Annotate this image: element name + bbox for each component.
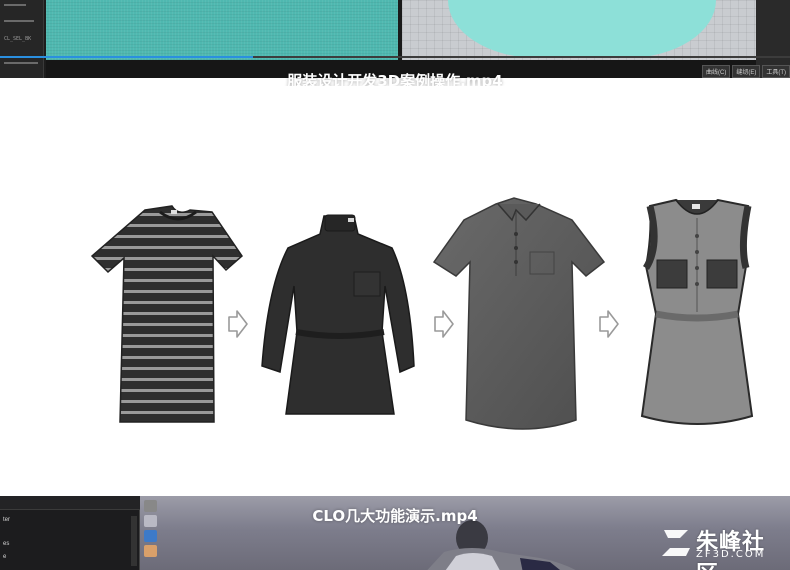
zf3d-logo-icon (662, 530, 690, 556)
arrow-right-icon (228, 310, 248, 338)
panel-row[interactable]: e (3, 554, 6, 560)
fabric-swatch-view (46, 0, 398, 60)
watermark-name: 朱峰社区 (696, 530, 766, 570)
polo-shirt-dress (432, 197, 606, 430)
panel-line (4, 20, 34, 22)
panel-line (4, 62, 38, 64)
clo-left-panel: CL_SEL_BK (0, 0, 44, 78)
panel-line (4, 4, 26, 6)
bottom-video-title[interactable]: CLO几大功能演示.mp4 (0, 505, 790, 526)
sweatshirt-dress (261, 214, 415, 415)
top-video-thumbnail[interactable]: CL_SEL_BK 曲线(C) 缝纫(E) 工具(T) (0, 0, 790, 78)
garment-evolution-image (0, 86, 790, 496)
mountain-tool-icon[interactable] (144, 530, 157, 542)
sleeveless-pocket-dress (640, 198, 754, 425)
panel-row[interactable]: es (3, 541, 9, 547)
arrow-right-icon (599, 310, 619, 338)
panel-text: CL_SEL_BK (4, 36, 32, 42)
zf3d-watermark: 朱峰社区 ZF3D.COM (658, 524, 782, 570)
arrow-right-icon (434, 310, 454, 338)
face-tool-icon[interactable] (144, 545, 157, 557)
striped-tshirt-dress (90, 205, 243, 423)
watermark-url: ZF3D.COM (696, 549, 766, 560)
video-progress-fill (0, 56, 253, 58)
